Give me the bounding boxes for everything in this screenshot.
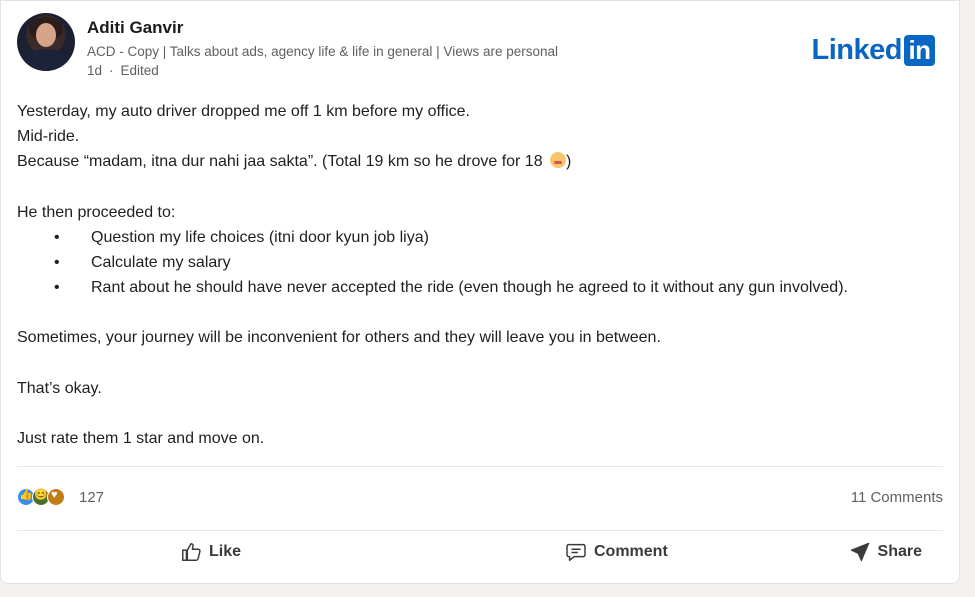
comment-button[interactable]: Comment bbox=[565, 541, 668, 563]
edited-label: Edited bbox=[120, 63, 159, 78]
post-line: Sometimes, your journey will be inconven… bbox=[17, 329, 661, 347]
action-bar: Like Comment Share bbox=[17, 539, 943, 579]
post-header: Aditi Ganvir ACD - Copy | Talks about ad… bbox=[17, 13, 943, 78]
post-line-text: Because “madam, itna dur nahi jaa sakta”… bbox=[17, 153, 548, 171]
like-button[interactable]: Like bbox=[180, 541, 241, 563]
linkedin-logo: Linked in bbox=[812, 33, 935, 67]
list-item: Calculate my salary bbox=[17, 250, 943, 275]
love-reaction-icon bbox=[47, 488, 65, 506]
post-line: That’s okay. bbox=[17, 379, 102, 397]
divider bbox=[17, 466, 943, 467]
post-line: Because “madam, itna dur nahi jaa sakta”… bbox=[17, 149, 943, 174]
post-line: Yesterday, my auto driver dropped me off… bbox=[17, 103, 470, 120]
author-headline: ACD - Copy | Talks about ads, agency lif… bbox=[87, 44, 559, 59]
bullet-list: Question my life choices (itni door kyun… bbox=[17, 225, 943, 301]
thumbs-up-icon bbox=[182, 543, 201, 561]
post-line-text: ) bbox=[566, 153, 572, 171]
meta-separator: · bbox=[109, 63, 114, 78]
social-counts: 127 11 Comments bbox=[17, 487, 943, 511]
list-item: Question my life choices (itni door kyun… bbox=[17, 225, 943, 250]
author-avatar[interactable] bbox=[17, 13, 75, 71]
post-body: Yesterday, my auto driver dropped me off… bbox=[17, 99, 943, 451]
post-line: He then proceeded to: bbox=[17, 203, 176, 221]
reactions-summary[interactable] bbox=[17, 488, 65, 506]
divider bbox=[17, 530, 943, 531]
reaction-count[interactable]: 127 bbox=[79, 489, 104, 506]
share-label: Share bbox=[877, 543, 922, 560]
post-meta: 1d · Edited bbox=[87, 63, 159, 78]
post-card: Aditi Ganvir ACD - Copy | Talks about ad… bbox=[0, 0, 960, 584]
send-icon bbox=[850, 542, 869, 562]
logo-text: Linked bbox=[811, 33, 903, 66]
author-name[interactable]: Aditi Ganvir bbox=[87, 18, 183, 38]
comments-count[interactable]: 11 Comments bbox=[851, 489, 943, 506]
post-time: 1d bbox=[87, 63, 103, 78]
post-line: Mid-ride. bbox=[17, 128, 80, 146]
share-button[interactable]: Share bbox=[849, 541, 922, 563]
avatar-face bbox=[36, 23, 56, 47]
logo-in-badge: in bbox=[904, 34, 935, 66]
like-label: Like bbox=[209, 543, 242, 560]
list-item: Rant about he should have never accepted… bbox=[17, 275, 943, 300]
comment-label: Comment bbox=[594, 543, 668, 560]
comment-icon bbox=[566, 543, 586, 561]
sad-face-icon bbox=[550, 152, 567, 169]
post-line: Just rate them 1 star and move on. bbox=[17, 429, 265, 447]
avatar-body bbox=[23, 49, 69, 71]
